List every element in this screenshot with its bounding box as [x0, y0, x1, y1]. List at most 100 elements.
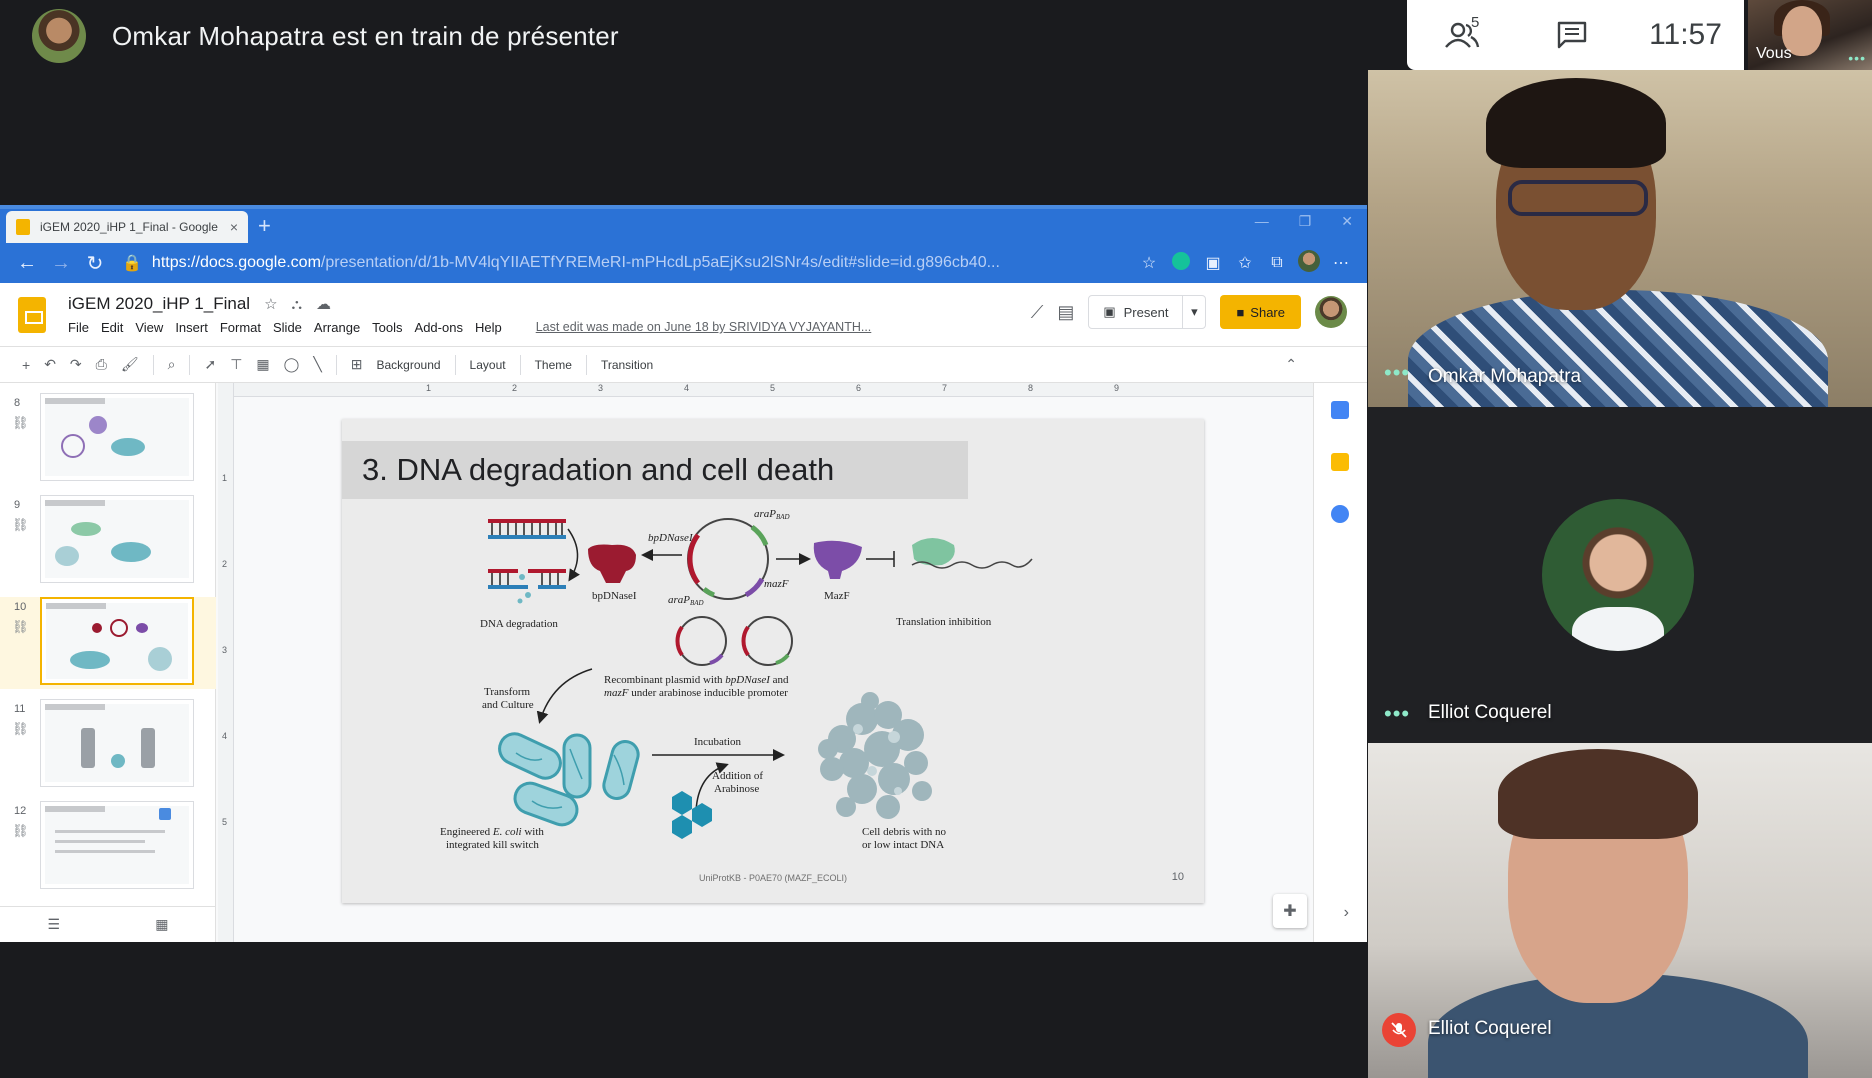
slide-number: 12 [14, 805, 27, 817]
participant-count: 5 [1471, 14, 1480, 31]
menu-insert[interactable]: Insert [175, 320, 208, 335]
present-button[interactable]: ▣ Present ▾ [1088, 295, 1207, 329]
slide-thumbnail[interactable] [40, 801, 194, 889]
grid-view-icon[interactable]: ▦ [155, 916, 168, 933]
participant-tile[interactable]: ••• Omkar Mohapatra [1368, 70, 1872, 407]
profile-icon[interactable] [1293, 249, 1325, 277]
side-panel-expand-icon[interactable]: › [1344, 904, 1349, 922]
minimize-icon[interactable]: — [1255, 213, 1269, 230]
layout-button[interactable]: Layout [470, 358, 506, 372]
vruler-tick: 5 [222, 817, 228, 827]
menu-format[interactable]: Format [220, 320, 261, 335]
meet-screen: Omkar Mohapatra est en train de présente… [0, 0, 1872, 1078]
redo-icon[interactable]: ↷ [70, 356, 82, 373]
doc-title[interactable]: iGEM 2020_iHP 1_Final [68, 294, 250, 314]
shape-icon[interactable]: ◯ [284, 356, 300, 373]
filmstrip-item[interactable]: 8 ⛓ [0, 393, 216, 485]
present-dropdown-icon[interactable]: ▾ [1183, 304, 1205, 320]
slide-thumbnail[interactable] [40, 699, 194, 787]
paint-format-icon[interactable]: 🖌 [121, 356, 139, 373]
cloud-saved-icon[interactable]: ☁ [316, 295, 331, 313]
present-main[interactable]: ▣ Present [1089, 296, 1184, 328]
filmstrip-view-icon[interactable]: ☰ [48, 916, 61, 933]
comments-icon[interactable]: ▤ [1057, 302, 1074, 323]
menu-addons[interactable]: Add-ons [415, 320, 463, 335]
menu-tools[interactable]: Tools [372, 320, 402, 335]
tab-close-icon[interactable]: × [230, 219, 238, 235]
tasks-icon[interactable] [1331, 505, 1349, 523]
reload-icon[interactable]: ↻ [78, 251, 112, 276]
mazf-protein-shape [813, 540, 862, 579]
last-edit-link[interactable]: Last edit was made on June 18 by SRIVIDY… [536, 320, 872, 335]
background-button[interactable]: Background [377, 358, 441, 372]
share-button[interactable]: ■ Share [1220, 295, 1301, 329]
activity-trend-icon[interactable]: ⟋ [1031, 302, 1044, 323]
participant-tile[interactable]: ••• Elliot Coquerel [1368, 407, 1872, 743]
keep-icon[interactable] [1331, 453, 1349, 471]
menu-help[interactable]: Help [475, 320, 502, 335]
slide-thumbnail[interactable] [40, 393, 194, 481]
favorites-icon[interactable]: ✩ [1229, 253, 1261, 273]
image-icon[interactable]: ▦ [256, 356, 269, 373]
forward-arrow-icon[interactable]: → [44, 252, 78, 275]
filmstrip-item[interactable]: 9 ⛓ [0, 495, 216, 587]
extension-icon[interactable]: ▣ [1197, 253, 1229, 273]
comment-add-icon[interactable]: ⊞ [351, 356, 363, 373]
grammarly-extension-icon[interactable] [1165, 251, 1197, 275]
participant-video-hair [1486, 78, 1666, 168]
menu-slide[interactable]: Slide [273, 320, 302, 335]
print-icon[interactable]: ⎙ [96, 356, 107, 373]
new-tab-button[interactable]: + [258, 213, 271, 239]
back-arrow-icon[interactable]: ← [10, 252, 44, 275]
new-slide-icon[interactable]: + [22, 357, 30, 373]
slide-number: 11 [14, 703, 26, 715]
filmstrip-item-active[interactable]: 10 ⛓ [0, 597, 216, 689]
undo-icon[interactable]: ↶ [44, 356, 56, 373]
menu-view[interactable]: View [135, 320, 163, 335]
arap-top-label: araPBAD [754, 508, 790, 521]
select-cursor-icon[interactable]: ➚ [204, 356, 216, 373]
share-label: Share [1250, 304, 1285, 320]
recombinant-label-line2: mazF under arabinose inducible promoter [604, 687, 788, 699]
current-slide[interactable]: DNA degradation bpDNaseI bpDNaseI araPBA… [342, 419, 1204, 903]
chat-button[interactable] [1517, 0, 1627, 70]
browser-tab[interactable]: iGEM 2020_iHP 1_Final - Google × [6, 211, 248, 243]
bpdnasei-protein-label: bpDNaseI [592, 590, 637, 602]
participants-button[interactable]: 5 [1407, 0, 1517, 70]
slide-number: 10 [14, 601, 27, 613]
menu-edit[interactable]: Edit [101, 320, 123, 335]
bookmark-star-icon[interactable]: ☆ [1133, 253, 1165, 273]
star-icon[interactable]: ☆ [264, 295, 277, 313]
slide-thumbnail[interactable] [40, 597, 194, 685]
browser-menu-icon[interactable]: ⋯ [1325, 253, 1357, 273]
self-view-tile[interactable]: Vous ••• [1748, 0, 1872, 70]
filmstrip-item[interactable]: 11 ⛓ [0, 699, 216, 791]
account-avatar[interactable] [1315, 296, 1347, 328]
calendar-icon[interactable] [1331, 401, 1349, 419]
menu-file[interactable]: File [68, 320, 89, 335]
menu-arrange[interactable]: Arrange [314, 320, 360, 335]
slides-logo-icon[interactable] [18, 296, 46, 333]
theme-button[interactable]: Theme [535, 358, 572, 372]
transition-button[interactable]: Transition [601, 358, 653, 372]
explore-button[interactable]: ✚ [1273, 894, 1307, 928]
address-bar[interactable]: 🔒 https://docs.google.com/presentation/d… [122, 248, 1123, 278]
participant-tile[interactable]: Elliot Coquerel [1368, 743, 1872, 1078]
zoom-icon[interactable]: ⌕ [168, 356, 176, 373]
close-window-icon[interactable]: ✕ [1341, 213, 1353, 230]
slide-thumbnail[interactable] [40, 495, 194, 583]
menu-bar: File Edit View Insert Format Slide Arran… [68, 320, 871, 335]
collapse-toolbar-icon[interactable]: ⌃ [1285, 356, 1297, 373]
participant-name: Omkar Mohapatra [1428, 366, 1582, 387]
move-to-drive-icon[interactable]: ⛬ [292, 296, 303, 313]
arap-bottom-label: araPBAD [668, 594, 704, 607]
vruler-tick: 3 [222, 645, 228, 655]
text-box-icon[interactable]: ⊤ [230, 356, 242, 373]
maximize-icon[interactable]: ❐ [1299, 213, 1312, 230]
line-icon[interactable]: ╲ [313, 356, 321, 373]
hruler-tick: 2 [512, 383, 518, 393]
debris-label-line2: or low intact DNA [862, 839, 944, 851]
collections-icon[interactable]: ⧉ [1261, 254, 1293, 272]
filmstrip-item[interactable]: 12 ⛓ [0, 801, 216, 893]
slide-title-box[interactable]: 3. DNA degradation and cell death [342, 441, 968, 499]
